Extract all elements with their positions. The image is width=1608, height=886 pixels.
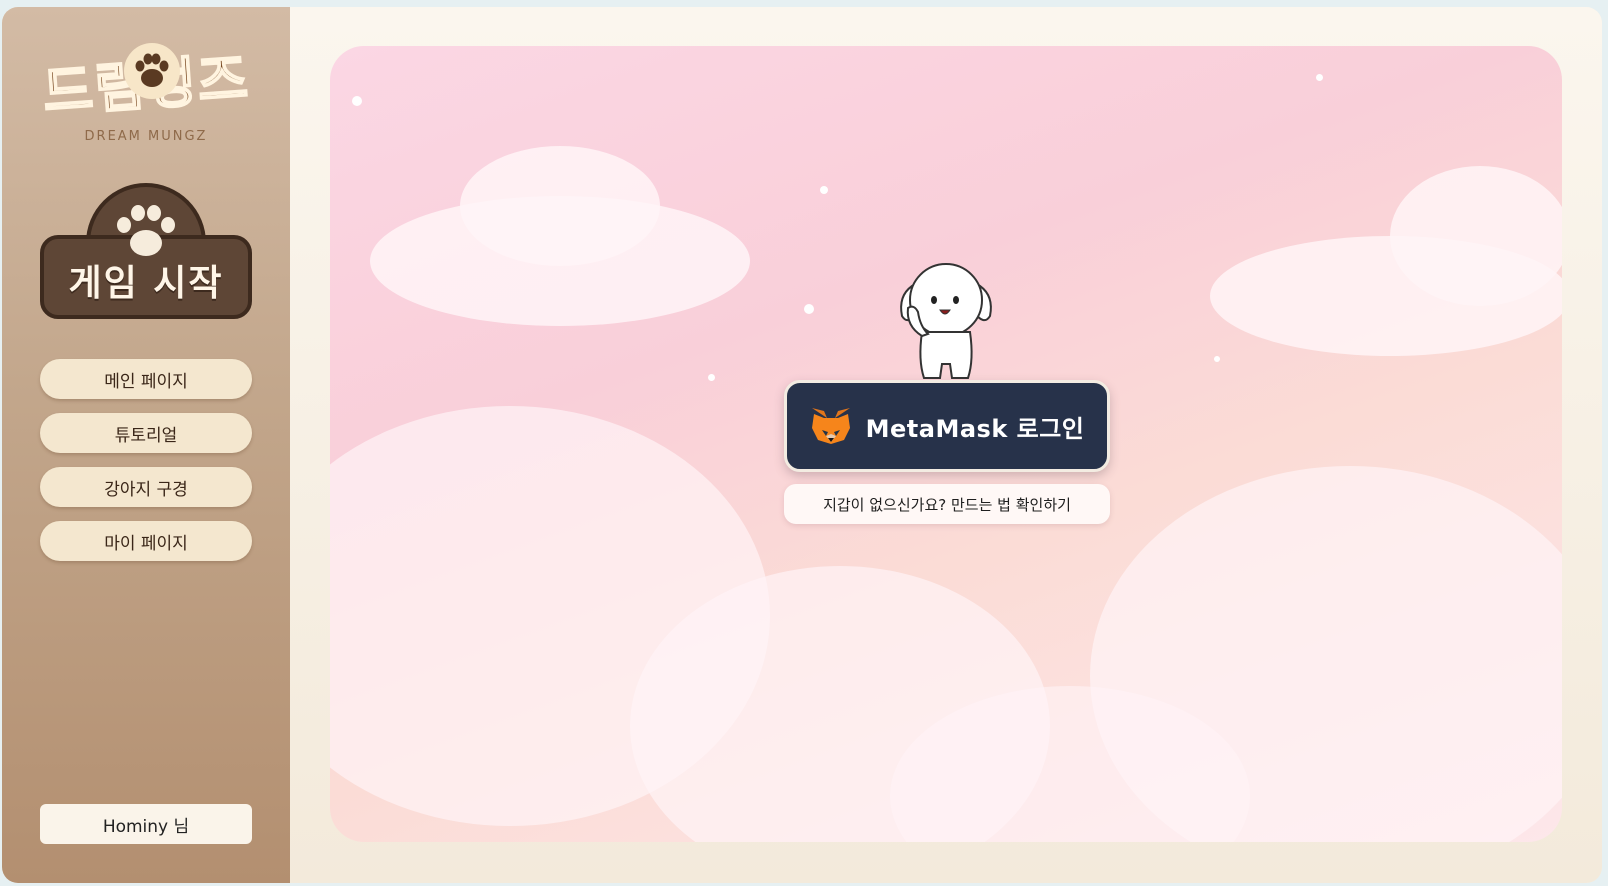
user-badge[interactable]: Hominy 님	[40, 804, 252, 844]
login-stage: MetaMask 로그인 지갑이 없으신가요? 만드는 법 확인하기	[330, 46, 1562, 842]
sparkle-decoration	[352, 96, 362, 106]
sparkle-decoration	[708, 374, 715, 381]
app-window: 드림멍즈 DREAM MUNGZ 게임 시작	[2, 7, 1602, 883]
paw-icon	[124, 43, 180, 99]
cloud-decoration	[1390, 166, 1562, 306]
login-button-label: MetaMask 로그인	[865, 414, 1085, 443]
game-start-button[interactable]: 게임 시작	[40, 183, 252, 319]
nav-item-browse-puppies[interactable]: 강아지 구경	[40, 467, 252, 507]
puppy-mascot-icon	[900, 263, 992, 379]
nav-item-tutorial[interactable]: 튜토리얼	[40, 413, 252, 453]
cloud-decoration	[460, 146, 660, 266]
sidebar-nav: 메인 페이지 튜토리얼 강아지 구경 마이 페이지	[40, 359, 252, 575]
brand-logo[interactable]: 드림멍즈 DREAM MUNGZ	[20, 33, 272, 153]
sparkle-decoration	[820, 186, 828, 194]
sparkle-decoration	[1214, 356, 1220, 362]
main-content: MetaMask 로그인 지갑이 없으신가요? 만드는 법 확인하기	[290, 7, 1602, 883]
metamask-login-button[interactable]: MetaMask 로그인	[784, 380, 1110, 472]
sparkle-decoration	[804, 304, 814, 314]
sparkle-decoration	[1316, 74, 1323, 81]
sidebar: 드림멍즈 DREAM MUNGZ 게임 시작	[2, 7, 290, 883]
game-start-label: 게임 시작	[68, 263, 224, 304]
nav-item-my-page[interactable]: 마이 페이지	[40, 521, 252, 561]
paw-icon	[117, 205, 175, 256]
wallet-help-link[interactable]: 지갑이 없으신가요? 만드는 법 확인하기	[784, 484, 1110, 524]
metamask-fox-icon	[811, 408, 850, 444]
logo-subtitle: DREAM MUNGZ	[84, 129, 208, 144]
nav-item-main-page[interactable]: 메인 페이지	[40, 359, 252, 399]
